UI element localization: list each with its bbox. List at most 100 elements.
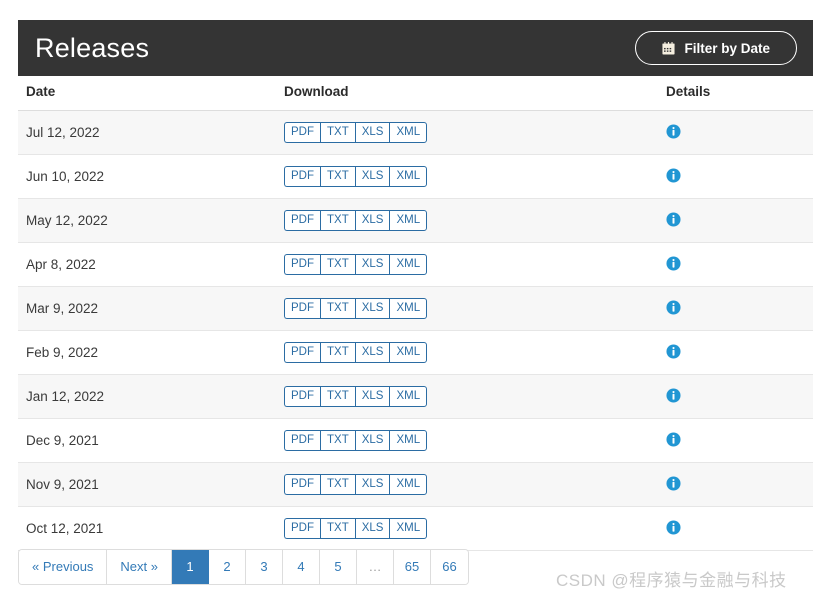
download-cell: PDF TXT XLS XML (276, 418, 658, 463)
download-pdf-button[interactable]: PDF (284, 122, 320, 143)
table-row: Nov 9, 2021 PDF TXT XLS XML (18, 462, 813, 507)
download-txt-button[interactable]: TXT (320, 430, 355, 451)
download-xml-button[interactable]: XML (389, 298, 428, 319)
pagination-page-4[interactable]: 4 (283, 550, 320, 584)
download-xls-button[interactable]: XLS (354, 518, 390, 539)
download-txt-button[interactable]: TXT (320, 122, 355, 143)
pagination-page-5[interactable]: 5 (320, 550, 357, 584)
download-pdf-button[interactable]: PDF (284, 386, 320, 407)
info-circle-icon[interactable] (666, 299, 681, 315)
download-xls-button[interactable]: XLS (354, 122, 390, 143)
download-xls-button[interactable]: XLS (354, 166, 390, 187)
page-title: Releases (35, 32, 150, 63)
table-row: Jun 10, 2022 PDF TXT XLS XML (18, 154, 813, 199)
download-pdf-button[interactable]: PDF (284, 166, 320, 187)
page-header: Releases Filter by Date (18, 20, 813, 76)
details-cell (658, 374, 813, 419)
download-pdf-button[interactable]: PDF (284, 254, 320, 275)
info-circle-icon[interactable] (666, 475, 681, 491)
download-cell: PDF TXT XLS XML (276, 110, 658, 155)
download-xml-button[interactable]: XML (389, 166, 428, 187)
pagination-page-66[interactable]: 66 (431, 550, 468, 584)
download-pdf-button[interactable]: PDF (284, 518, 320, 539)
pagination-page-65[interactable]: 65 (394, 550, 431, 584)
download-cell: PDF TXT XLS XML (276, 506, 658, 551)
download-button-group: PDF TXT XLS XML (284, 474, 428, 495)
info-circle-icon[interactable] (666, 387, 681, 403)
download-txt-button[interactable]: TXT (320, 342, 355, 363)
download-button-group: PDF TXT XLS XML (284, 430, 428, 451)
details-cell (658, 506, 813, 551)
pagination[interactable]: « Previous Next » 1 2 3 4 5… 65 66 (18, 549, 469, 585)
download-pdf-button[interactable]: PDF (284, 342, 320, 363)
download-cell: PDF TXT XLS XML (276, 198, 658, 243)
info-circle-icon[interactable] (666, 123, 681, 139)
download-xls-button[interactable]: XLS (354, 430, 390, 451)
filter-by-date-button[interactable]: Filter by Date (635, 31, 797, 65)
download-pdf-button[interactable]: PDF (284, 298, 320, 319)
download-button-group: PDF TXT XLS XML (284, 342, 428, 363)
details-cell (658, 330, 813, 375)
table-row: Dec 9, 2021 PDF TXT XLS XML (18, 418, 813, 463)
release-date-cell: Apr 8, 2022 (18, 242, 276, 287)
pagination-page-2[interactable]: 2 (209, 550, 246, 584)
download-xml-button[interactable]: XML (389, 122, 428, 143)
download-xls-button[interactable]: XLS (354, 298, 390, 319)
download-pdf-button[interactable]: PDF (284, 210, 320, 231)
releases-page: Releases Filter by Date Date Download De… (0, 0, 821, 604)
download-button-group: PDF TXT XLS XML (284, 518, 428, 539)
download-cell: PDF TXT XLS XML (276, 462, 658, 507)
download-xml-button[interactable]: XML (389, 210, 428, 231)
download-cell: PDF TXT XLS XML (276, 286, 658, 331)
download-xls-button[interactable]: XLS (354, 474, 390, 495)
download-button-group: PDF TXT XLS XML (284, 166, 428, 187)
info-circle-icon[interactable] (666, 343, 681, 359)
download-button-group: PDF TXT XLS XML (284, 122, 428, 143)
download-xls-button[interactable]: XLS (354, 210, 390, 231)
pagination-next[interactable]: Next » (107, 550, 172, 584)
download-txt-button[interactable]: TXT (320, 474, 355, 495)
download-xml-button[interactable]: XML (389, 254, 428, 275)
details-cell (658, 110, 813, 155)
pagination-previous[interactable]: « Previous (19, 550, 108, 584)
release-date-cell: May 12, 2022 (18, 198, 276, 243)
download-txt-button[interactable]: TXT (320, 518, 355, 539)
details-cell (658, 286, 813, 331)
info-circle-icon[interactable] (666, 211, 681, 227)
download-txt-button[interactable]: TXT (320, 210, 355, 231)
pagination-page-3[interactable]: 3 (246, 550, 283, 584)
download-xls-button[interactable]: XLS (354, 386, 390, 407)
download-xml-button[interactable]: XML (389, 474, 428, 495)
info-circle-icon[interactable] (666, 431, 681, 447)
release-date-cell: Nov 9, 2021 (18, 462, 276, 507)
download-txt-button[interactable]: TXT (320, 166, 355, 187)
releases-table: Date Download Details Jul 12, 2022 PDF TXT… (18, 80, 813, 551)
details-cell (658, 418, 813, 463)
info-circle-icon[interactable] (666, 167, 681, 183)
pagination-page-1[interactable]: 1 (172, 550, 209, 584)
download-xls-button[interactable]: XLS (354, 254, 390, 275)
download-pdf-button[interactable]: PDF (284, 474, 320, 495)
info-circle-icon[interactable] (666, 519, 681, 535)
release-date-cell: Dec 9, 2021 (18, 418, 276, 463)
table-row: Jul 12, 2022 PDF TXT XLS XML (18, 110, 813, 155)
download-button-group: PDF TXT XLS XML (284, 254, 428, 275)
download-txt-button[interactable]: TXT (320, 254, 355, 275)
info-circle-icon[interactable] (666, 255, 681, 271)
table-row: Jan 12, 2022 PDF TXT XLS XML (18, 374, 813, 419)
column-header-download: Download (276, 80, 658, 111)
column-header-details: Details (658, 80, 813, 111)
download-xml-button[interactable]: XML (389, 386, 428, 407)
download-xml-button[interactable]: XML (389, 342, 428, 363)
table-header-row: Date Download Details (18, 80, 813, 111)
release-date-cell: Oct 12, 2021 (18, 506, 276, 551)
download-xls-button[interactable]: XLS (354, 342, 390, 363)
download-txt-button[interactable]: TXT (320, 298, 355, 319)
download-xml-button[interactable]: XML (389, 518, 428, 539)
download-txt-button[interactable]: TXT (320, 386, 355, 407)
download-cell: PDF TXT XLS XML (276, 242, 658, 287)
download-pdf-button[interactable]: PDF (284, 430, 320, 451)
details-cell (658, 154, 813, 199)
download-xml-button[interactable]: XML (389, 430, 428, 451)
table-head: Date Download Details (18, 80, 813, 111)
